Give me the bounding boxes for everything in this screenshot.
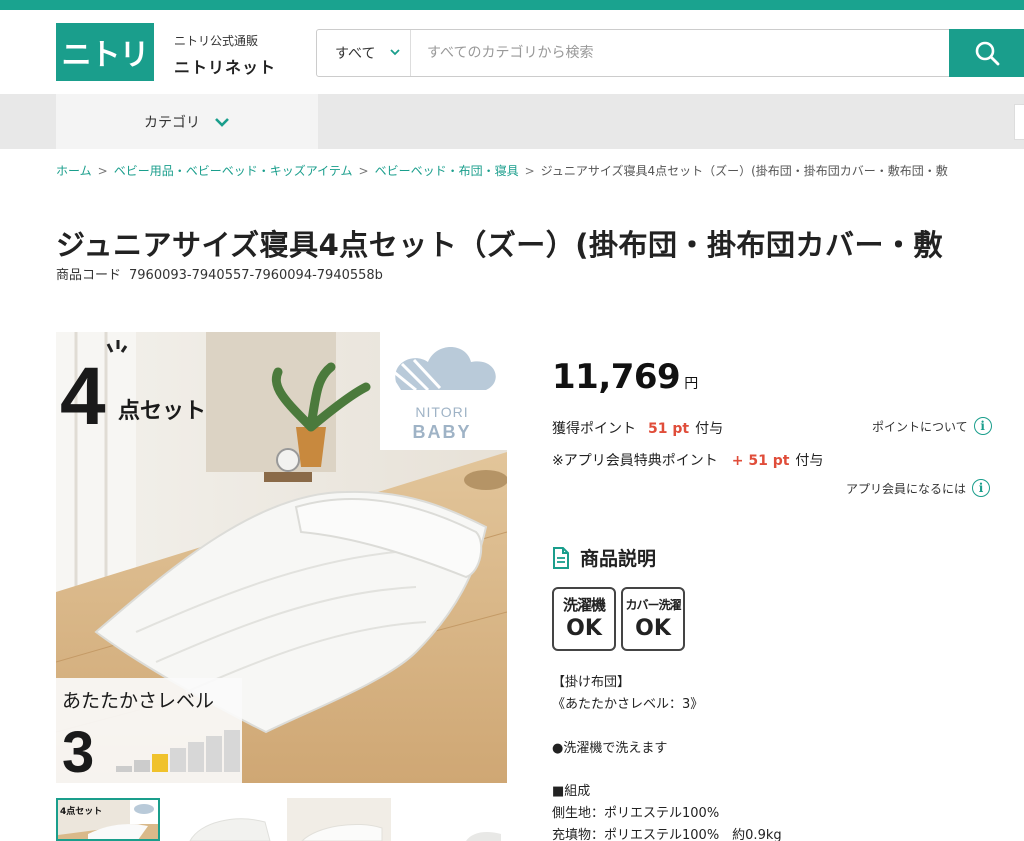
description-line: 【掛け布団】 [552, 675, 631, 690]
info-icon: i [972, 479, 991, 497]
app-points-suffix: 付与 [795, 453, 824, 469]
app-member-link[interactable]: アプリ会員になるには i [846, 479, 991, 497]
thumbnail-strip: 4点セット [56, 798, 507, 841]
breadcrumb-home[interactable]: ホーム [56, 164, 92, 178]
product-price: 11,769 円 [552, 357, 698, 397]
product-code: 商品コード 7960093-7940557-7960094-7940558b [56, 264, 383, 283]
thumbnail-image [287, 798, 391, 841]
badge-top-label: 洗濯機 [562, 596, 606, 614]
badge-bottom-label: OK [635, 616, 671, 641]
warmth-value: 3 [62, 720, 94, 783]
thumb-set-label: 4点セット [60, 805, 102, 817]
thumbnail-image [466, 832, 501, 841]
thumbnail-1[interactable]: 4点セット [56, 798, 160, 841]
price-currency: 円 [684, 376, 698, 392]
site-name[interactable]: ニトリネット [174, 54, 276, 78]
page-title: ジュニアサイズ寝具4点セット（ズー）(掛布団・掛布団カバー・敷 [56, 228, 944, 262]
document-icon [553, 546, 569, 569]
brand-line1: NITORI [415, 404, 468, 420]
search-button[interactable] [949, 29, 1024, 77]
badge-bottom-label: OK [566, 616, 602, 641]
points-suffix: 付与 [695, 421, 724, 437]
chevron-down-icon [215, 117, 229, 127]
category-label: カテゴリ [144, 114, 200, 131]
app-points-label: ※アプリ会員特典ポイント [552, 453, 718, 469]
category-menu-button[interactable]: カテゴリ [56, 94, 318, 149]
product-code-value: 7960093-7940557-7960094-7940558b [129, 268, 383, 283]
description-line: ■組成 [552, 784, 591, 799]
points-value: 51 pt [648, 421, 690, 437]
washing-machine-ok-badge: 洗濯機 OK [552, 587, 616, 651]
app-points-row: ※アプリ会員特典ポイント + 51 pt 付与 [552, 450, 823, 470]
thumbnail-2[interactable] [180, 798, 274, 841]
thumbnail-image [189, 818, 271, 841]
site-subtitle: ニトリ公式通販 [174, 34, 259, 48]
set-count: 4 [60, 351, 106, 442]
app-member-label: アプリ会員になるには [846, 481, 967, 496]
description-line: ●洗濯機で洗えます [552, 741, 668, 756]
product-main-image[interactable]: NITORI BABY 4 点セット あたたかさレベル 3 [56, 332, 507, 783]
breadcrumb-current: ジュニアサイズ寝具4点セット（ズー）(掛布団・掛布団カバー・敷布団・敷 [540, 164, 948, 178]
price-value: 11,769 [552, 357, 681, 397]
set-label: 点セット [118, 398, 206, 424]
description-heading: 商品説明 [552, 544, 656, 571]
app-points-value: + 51 pt [731, 453, 790, 469]
description-line: 充填物：ポリエステル100% 約0.9kg [552, 828, 782, 841]
site-header: ニトリ ニトリ公式通販 ニトリネット すべて [0, 10, 1024, 94]
thumbnail-image: 4点セット [58, 800, 158, 839]
chevron-down-icon [390, 49, 400, 56]
points-about-label: ポイントについて [872, 419, 968, 434]
breadcrumb-baby[interactable]: ベビー用品・ベビーベッド・キッズアイテム [114, 164, 353, 178]
warmth-label: あたたかさレベル [62, 690, 214, 712]
thumbnail-3[interactable] [287, 798, 391, 841]
points-row: 獲得ポイント 51 pt 付与 [552, 418, 723, 438]
breadcrumb-bedding[interactable]: ベビーベッド・布団・寝具 [375, 164, 519, 178]
search-category-select[interactable]: すべて [317, 30, 411, 76]
description-line: 側生地：ポリエステル100% [552, 806, 720, 821]
search-input[interactable] [413, 30, 943, 76]
cover-wash-ok-badge: カバー洗濯 OK [621, 587, 685, 651]
points-label: 獲得ポイント [552, 421, 636, 437]
product-photo: NITORI BABY 4 点セット あたたかさレベル 3 [56, 332, 507, 783]
search-category-label: すべて [335, 46, 376, 62]
brand-line2: BABY [412, 422, 471, 442]
nitori-logo[interactable]: ニトリ [56, 23, 154, 81]
nav-right-element[interactable] [1014, 104, 1024, 140]
logo-text: ニトリ [61, 38, 150, 73]
info-icon: i [973, 417, 992, 435]
thumbnail-4[interactable] [406, 798, 507, 841]
product-code-label: 商品コード [56, 268, 122, 283]
search-bar: すべて [316, 29, 1024, 77]
breadcrumb: ホーム > ベビー用品・ベビーベッド・キッズアイテム > ベビーベッド・布団・寝具 > ジュ… [56, 164, 948, 178]
search-icon [975, 41, 1000, 66]
points-about-link[interactable]: ポイントについて i [872, 417, 992, 435]
description-line: 《あたたかさレベル：3》 [552, 697, 704, 712]
badge-top-label: カバー洗濯 [625, 598, 681, 612]
category-navbar: カテゴリ [0, 94, 1024, 149]
top-announcement-bar [0, 0, 1024, 10]
description-heading-label: 商品説明 [580, 548, 657, 570]
